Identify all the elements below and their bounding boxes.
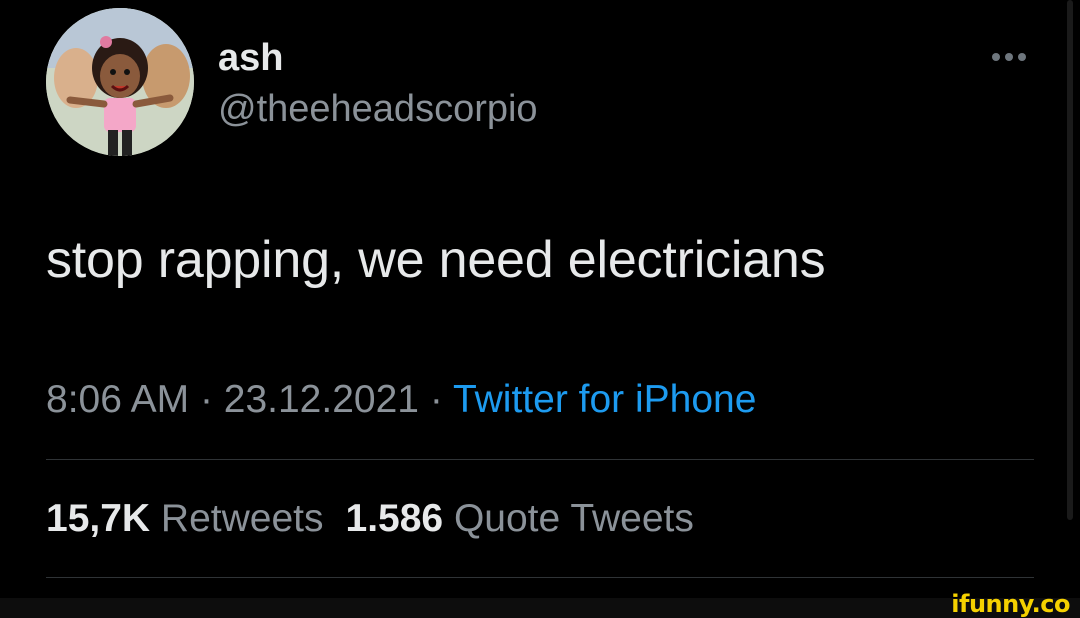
divider bbox=[46, 577, 1034, 578]
cartoon-avatar-icon bbox=[46, 8, 194, 156]
more-options-button[interactable] bbox=[984, 42, 1034, 72]
scrollbar[interactable] bbox=[1067, 0, 1073, 520]
quote-tweets-label: Quote Tweets bbox=[453, 497, 694, 540]
tweet-date[interactable]: 23.12.2021 bbox=[224, 378, 419, 421]
retweets-count: 15,7K bbox=[46, 497, 151, 540]
tweet-card: ash @theeheadscorpio stop rapping, we ne… bbox=[0, 0, 1080, 598]
quote-tweets-stat[interactable]: 1.586 Quote Tweets bbox=[346, 495, 694, 543]
tweet-time[interactable]: 8:06 AM bbox=[46, 378, 189, 421]
footer-bar bbox=[0, 598, 1080, 618]
ellipsis-icon bbox=[1005, 53, 1013, 61]
ellipsis-icon bbox=[992, 53, 1000, 61]
retweets-label: Retweets bbox=[160, 497, 324, 540]
avatar[interactable] bbox=[46, 8, 194, 156]
ellipsis-icon bbox=[1018, 53, 1026, 61]
display-name[interactable]: ash bbox=[218, 36, 283, 80]
tweet-metadata: 8:06 AM · 23.12.2021 · Twitter for iPhon… bbox=[46, 376, 756, 424]
meta-separator: · bbox=[199, 378, 213, 421]
divider bbox=[46, 459, 1034, 460]
tweet-text: stop rapping, we need electricians bbox=[46, 231, 826, 289]
user-handle[interactable]: @theeheadscorpio bbox=[218, 86, 538, 132]
ifunny-watermark: ifunny.co bbox=[951, 590, 1070, 618]
quote-tweets-count: 1.586 bbox=[345, 497, 444, 540]
tweet-stats: 15,7K Retweets 1.586 Quote Tweets bbox=[46, 495, 694, 543]
meta-separator: · bbox=[429, 378, 443, 421]
retweets-stat[interactable]: 15,7K Retweets bbox=[46, 495, 324, 543]
tweet-source-link[interactable]: Twitter for iPhone bbox=[453, 378, 756, 421]
